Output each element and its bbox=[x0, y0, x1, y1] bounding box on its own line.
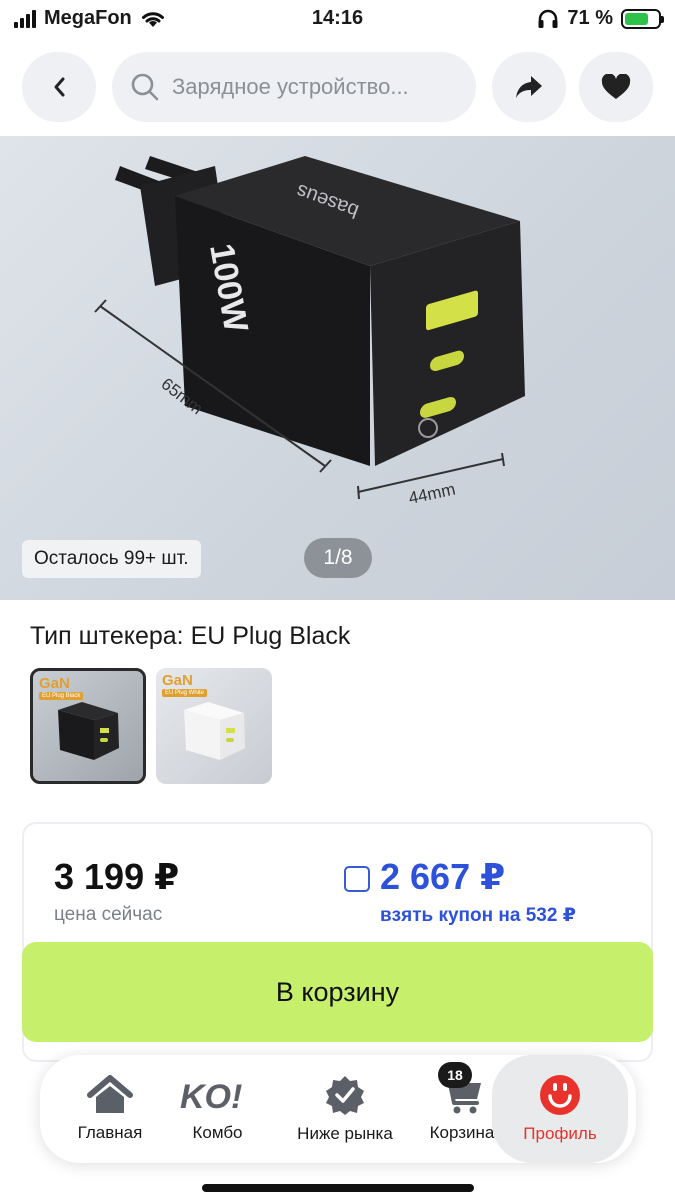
heart-icon bbox=[601, 74, 631, 99]
stock-badge: Осталось 99+ шт. bbox=[22, 540, 201, 578]
chevron-left-icon bbox=[54, 77, 65, 97]
top-bar: Зарядное устройство... bbox=[22, 52, 653, 122]
nav-combo-label: Комбо bbox=[192, 1123, 243, 1142]
product-image: baseus 100W 65mm 44mm bbox=[94, 156, 525, 508]
current-price-label: цена сейчас bbox=[54, 904, 163, 925]
search-text: Зарядное устройство... bbox=[172, 74, 409, 99]
favorite-button[interactable] bbox=[579, 52, 653, 122]
product-gallery[interactable]: baseus 100W 65mm 44mm bbox=[0, 136, 675, 600]
share-icon bbox=[516, 76, 542, 98]
add-to-cart-button[interactable]: В корзину bbox=[22, 942, 653, 1042]
back-button[interactable] bbox=[22, 52, 96, 122]
search-icon bbox=[131, 73, 159, 101]
coupon-price[interactable]: 2 667 ₽ bbox=[380, 856, 505, 898]
nav-home[interactable]: Главная bbox=[60, 1055, 160, 1163]
nav-cart-label: Корзина bbox=[429, 1123, 495, 1142]
variant-title: Тип штекера: EU Plug Black bbox=[30, 622, 351, 650]
headphones-icon bbox=[538, 9, 558, 28]
badge-check-icon bbox=[326, 1076, 364, 1115]
combo-logo-icon: KO! bbox=[180, 1078, 242, 1115]
home-icon bbox=[87, 1075, 133, 1113]
nav-home-label: Главная bbox=[77, 1123, 143, 1142]
variant-thumb-white[interactable]: GaN EU Plug White bbox=[156, 668, 272, 784]
variant-thumb-black[interactable]: GaN EU Plug Black bbox=[30, 668, 146, 784]
nav-below-market-label: Ниже рынка bbox=[297, 1124, 393, 1143]
search-input[interactable]: Зарядное устройство... bbox=[112, 52, 476, 122]
battery-fill bbox=[625, 12, 648, 25]
combo-logo: KO! bbox=[180, 1078, 242, 1115]
profile-smile-icon bbox=[540, 1075, 580, 1115]
bottom-nav: Главная KO! Комбо Ниже рынка Корзина Про… bbox=[40, 1055, 636, 1163]
charger-white-image bbox=[184, 702, 245, 760]
battery-icon bbox=[621, 8, 664, 29]
nav-profile-label: Профиль bbox=[523, 1124, 597, 1143]
dimension-width: 44mm bbox=[407, 480, 457, 508]
nav-profile[interactable]: Профиль bbox=[492, 1055, 628, 1163]
nav-combo[interactable]: KO! Комбо bbox=[165, 1055, 270, 1163]
status-bar: MegaFon 14:16 71 % bbox=[0, 0, 675, 40]
cart-count-badge: 18 bbox=[438, 1062, 472, 1088]
image-counter: 1/8 bbox=[304, 538, 372, 578]
current-price: 3 199 ₽ bbox=[54, 856, 180, 897]
home-indicator[interactable] bbox=[202, 1184, 474, 1192]
nav-below-market[interactable]: Ниже рынка bbox=[280, 1055, 410, 1163]
charger-black-image bbox=[58, 702, 119, 760]
coupon-link[interactable]: взять купон на 532 ₽ bbox=[380, 904, 576, 927]
share-button[interactable] bbox=[492, 52, 566, 122]
coupon-checkbox[interactable] bbox=[344, 866, 370, 892]
status-right: 71 % bbox=[537, 7, 664, 30]
battery-percent: 71 % bbox=[567, 7, 613, 29]
